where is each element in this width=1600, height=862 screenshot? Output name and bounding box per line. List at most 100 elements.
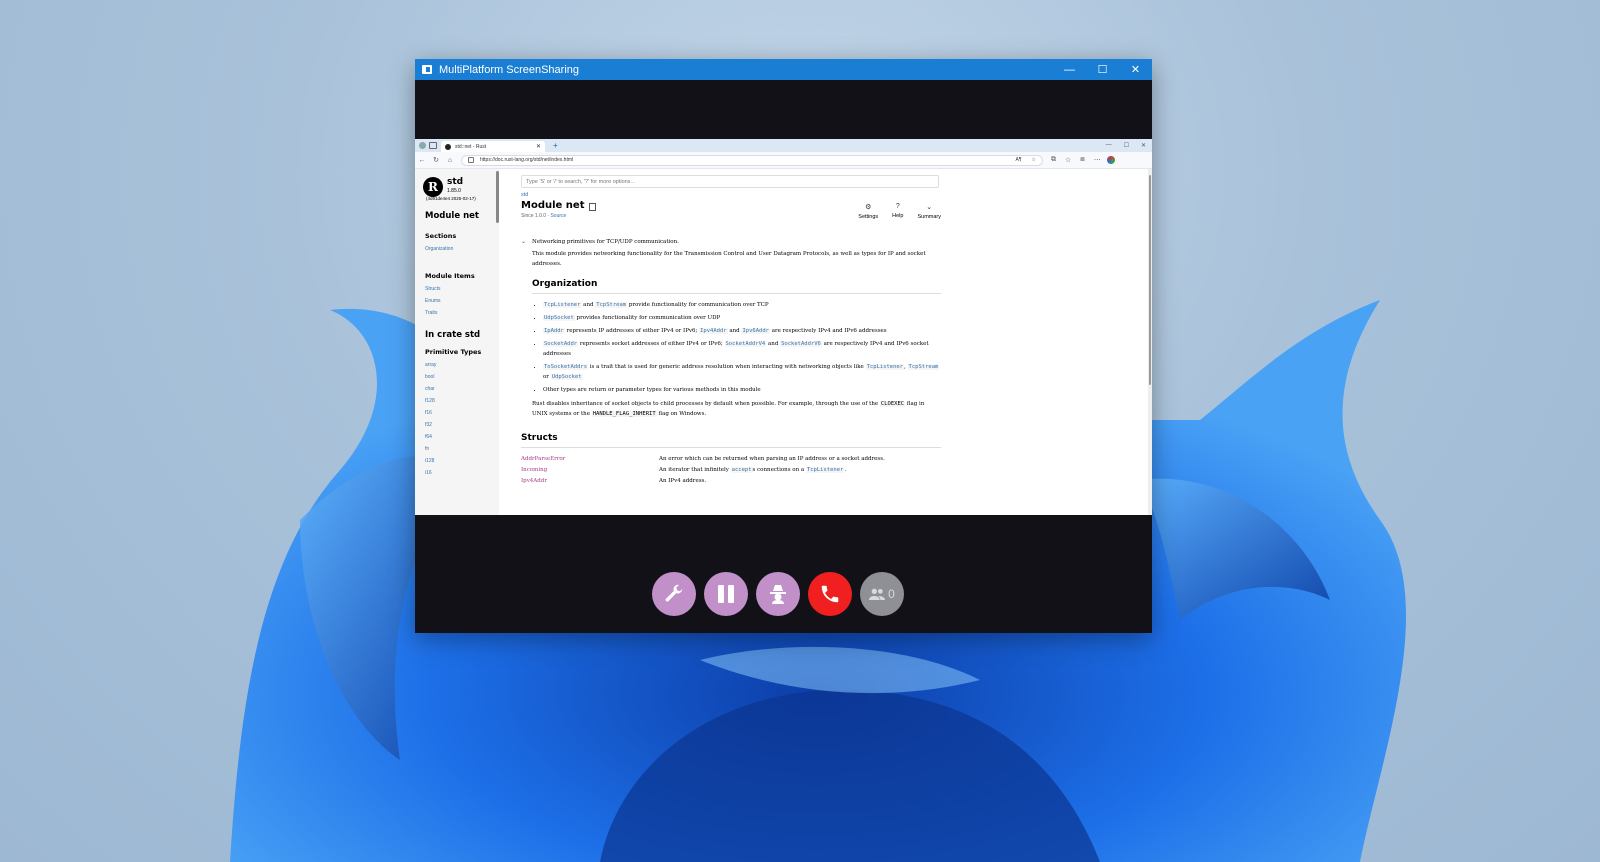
sidebar-link-traits[interactable]: Traits [415,310,499,316]
call-controls: 0 [652,572,904,616]
chevron-down-icon[interactable]: ⌄ [521,238,526,245]
sidebar-link-primitive[interactable]: i128 [415,458,499,464]
pause-button[interactable] [704,572,748,616]
browser-tab[interactable]: std::net - Rust ✕ [441,141,545,152]
maximize-button[interactable]: ☐ [1086,63,1119,76]
screenshare-window: MultiPlatform ScreenSharing — ☐ ✕ std::n… [415,59,1152,633]
code-link[interactable]: ToSocketAddrs [543,364,589,370]
code-link[interactable]: TcpListener [543,302,582,308]
source-link[interactable]: Source [550,213,566,219]
refresh-icon[interactable]: ↻ [429,156,443,164]
copy-path-icon[interactable] [589,202,597,211]
struct-link[interactable]: Incoming [521,465,659,476]
code-link[interactable]: TcpStream [907,364,940,370]
browser-close-icon[interactable]: ✕ [1141,142,1146,149]
settings-button[interactable]: ⚙ Settings [858,203,878,220]
viewer-count: 0 [888,587,895,601]
sidebar-link-primitive[interactable]: array [415,362,499,368]
sidebar-link-primitive[interactable]: f64 [415,434,499,440]
code-link[interactable]: TcpStream [595,302,628,308]
sidebar-module-heading[interactable]: Module net [415,211,499,221]
tab-actions-icon[interactable] [429,142,437,149]
favorite-star-icon[interactable]: ☆ [1032,157,1036,163]
sidebar-link-primitive[interactable]: char [415,386,499,392]
sidebar-link-primitive[interactable]: bool [415,374,499,380]
more-icon[interactable]: ⋯ [1094,156,1101,164]
sidebar-link-primitive[interactable]: f128 [415,398,499,404]
copilot-icon[interactable] [1106,156,1115,164]
code-link[interactable]: UdpSocket [543,315,575,321]
sidebar-link-primitive[interactable]: i16 [415,470,499,476]
settings-wrench-button[interactable] [652,572,696,616]
crate-name[interactable]: std [447,177,476,187]
address-bar[interactable]: https://doc.rust-lang.org/std/net/index.… [461,154,1043,166]
list-text: and [766,341,781,347]
structs-heading[interactable]: Structs [521,433,941,448]
sidebar-link-primitive[interactable]: f16 [415,410,499,416]
incognito-button[interactable] [756,572,800,616]
struct-desc: An iterator that infinitely accepts conn… [659,465,941,476]
new-tab-button[interactable]: + [553,141,558,150]
list-text: provides functionality for communication… [574,315,721,321]
code-link[interactable]: accept [730,467,753,473]
crate-build: (4d91de4e4 2025-02-17) [426,196,476,201]
sidebar-link-primitive[interactable]: f32 [415,422,499,428]
struct-desc: An error which can be returned when pars… [659,456,885,462]
struct-link[interactable]: AddrParseError [521,454,659,465]
breadcrumb[interactable]: std [521,192,941,198]
docblock-summary[interactable]: ⌄ Networking primitives for TCP/UDP comm… [521,238,941,245]
tab-close-icon[interactable]: ✕ [536,143,541,150]
sidebar-link-primitive[interactable]: fn [415,446,499,452]
browser-maximize-icon[interactable]: ☐ [1124,142,1129,149]
code-link[interactable]: TcpListener [805,467,845,473]
window-titlebar[interactable]: MultiPlatform ScreenSharing — ☐ ✕ [415,59,1152,80]
summary-button[interactable]: ⌄ Summary [917,203,941,220]
code-link[interactable]: TcpListener [865,364,905,370]
since-text: Since 1.0.0 · [521,213,551,219]
viewers-button[interactable]: 0 [860,572,904,616]
favorites-icon[interactable]: ☆ [1065,156,1071,164]
app-icon [422,65,432,74]
code-link[interactable]: SocketAddrV6 [780,341,822,347]
struct-link[interactable]: Ipv4Addr [521,476,659,487]
list-text: and [581,302,596,308]
minimize-button[interactable]: — [1053,64,1086,76]
profile-icon[interactable] [419,142,426,149]
help-button[interactable]: ? Help [892,203,903,220]
read-aloud-icon[interactable]: A¶ [1015,157,1021,163]
sidebar-link-organization[interactable]: Organization [415,246,499,252]
list-text: , [904,364,908,370]
page-scrollbar[interactable] [1148,169,1152,515]
sidebar-crate-heading[interactable]: In crate std [415,330,499,340]
list-item: Other types are return or parameter type… [543,385,941,395]
code-link[interactable]: SocketAddrV4 [724,341,767,347]
page-scroll-thumb[interactable] [1149,175,1151,385]
list-item: ToSocketAddrs is a trait that is used fo… [543,362,941,382]
close-button[interactable]: ✕ [1119,63,1152,76]
list-text: or [543,374,551,380]
collections-icon[interactable]: ⧈ [1080,156,1084,164]
settings-label: Settings [858,214,879,220]
sidebar-link-enums[interactable]: Enums [415,298,499,304]
desc-text: . [844,467,847,473]
doc-search-input[interactable]: Type 'S' or '/' to search, '?' for more … [521,175,939,188]
code-link[interactable]: Ipv4Addr [699,328,728,334]
back-icon[interactable]: ← [415,157,429,164]
list-item: IpAddr represents IP addresses of either… [543,326,941,336]
sidebar-link-structs[interactable]: Structs [415,286,499,292]
code-link[interactable]: IpAddr [543,328,565,334]
sidebar-sections-heading: Sections [425,232,457,240]
organization-heading[interactable]: Organization [532,279,941,294]
summary-label: Summary [917,214,941,220]
extensions-icon[interactable]: ⧉ [1051,156,1056,164]
code-link[interactable]: UdpSocket [550,374,583,380]
rust-logo-icon[interactable]: R [423,177,443,197]
doc-main: Type 'S' or '/' to search, '?' for more … [521,175,941,487]
hang-up-button[interactable] [808,572,852,616]
sidebar-scrollbar[interactable] [496,171,499,223]
code-link[interactable]: Ipv6Addr [741,328,770,334]
code-link[interactable]: SocketAddr [543,341,579,347]
browser-minimize-icon[interactable]: — [1106,142,1112,149]
home-icon[interactable]: ⌂ [443,157,457,164]
module-header: Module net Since 1.0.0 · Source ⚙ Setting… [521,200,941,220]
